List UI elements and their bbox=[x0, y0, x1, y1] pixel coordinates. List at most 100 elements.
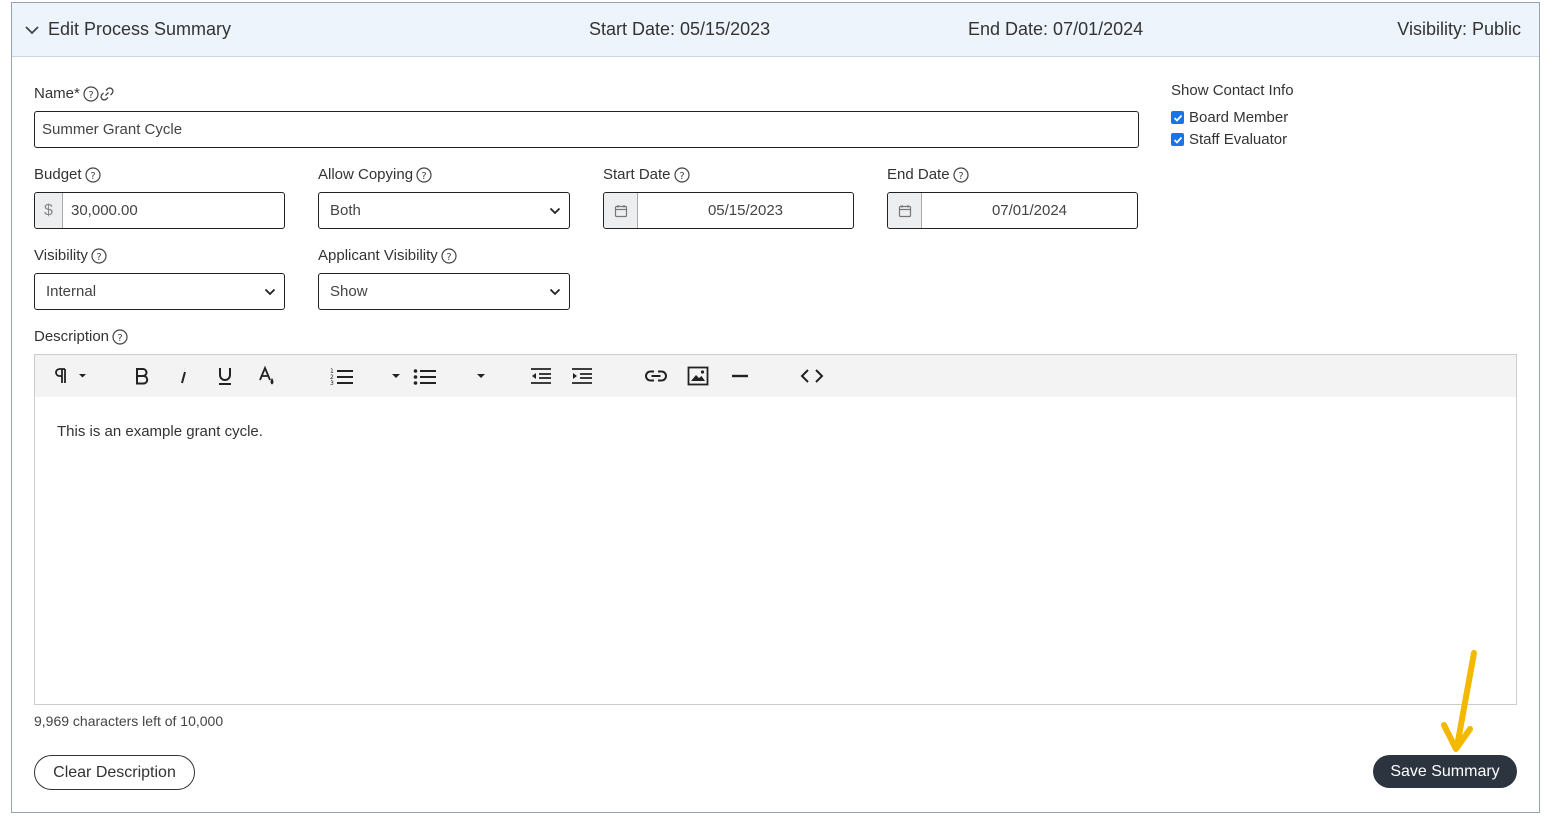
svg-text:?: ? bbox=[958, 171, 963, 182]
checkbox-staff-evaluator[interactable]: Staff Evaluator bbox=[1171, 131, 1287, 148]
editor-content[interactable]: This is an example grant cycle. bbox=[57, 423, 263, 440]
description-label: Description ? bbox=[34, 328, 128, 345]
ordered-list-icon: 1 2 3 bbox=[330, 368, 353, 386]
save-summary-button[interactable]: Save Summary bbox=[1373, 755, 1517, 788]
rich-text-editor[interactable]: 1 2 3 This is an example grant cycle. bbox=[34, 354, 1517, 705]
panel-header[interactable]: Edit Process Summary Start Date: 05/15/2… bbox=[12, 3, 1539, 57]
help-icon[interactable]: ? bbox=[673, 166, 690, 183]
checkbox-checked-icon[interactable] bbox=[1171, 133, 1184, 146]
bullet-list-button[interactable] bbox=[412, 365, 438, 387]
indent-icon bbox=[572, 368, 592, 384]
character-counter: 9,969 characters left of 10,000 bbox=[34, 713, 224, 729]
name-input-value: Summer Grant Cycle bbox=[42, 121, 183, 138]
budget-label: Budget ? bbox=[34, 166, 101, 183]
allow-copying-label: Allow Copying ? bbox=[318, 166, 432, 183]
chevron-down-icon bbox=[549, 288, 561, 296]
chevron-down-icon bbox=[264, 288, 276, 296]
clear-description-button[interactable]: Clear Description bbox=[34, 755, 195, 790]
svg-text:3: 3 bbox=[330, 380, 334, 386]
italic-button[interactable] bbox=[173, 365, 195, 387]
text-color-button[interactable] bbox=[255, 365, 279, 387]
caret-down-icon bbox=[477, 374, 485, 378]
paragraph-icon bbox=[55, 368, 86, 383]
header-visibility: Visibility: Public bbox=[1397, 19, 1521, 39]
horizontal-line-button[interactable] bbox=[729, 365, 751, 387]
indent-button[interactable] bbox=[570, 365, 594, 387]
code-icon bbox=[800, 369, 824, 383]
svg-text:?: ? bbox=[421, 171, 426, 182]
end-date-input[interactable]: 07/01/2024 bbox=[887, 192, 1138, 229]
underline-icon bbox=[219, 368, 231, 385]
italic-icon bbox=[181, 367, 186, 384]
help-icon[interactable]: ? bbox=[83, 85, 99, 102]
text-color-icon bbox=[259, 365, 274, 385]
horizontal-line-icon bbox=[732, 374, 748, 378]
link-icon[interactable] bbox=[99, 86, 115, 102]
checkbox-board-member[interactable]: Board Member bbox=[1171, 109, 1288, 126]
calendar-icon[interactable] bbox=[888, 193, 922, 228]
annotation-arrow-icon bbox=[1441, 650, 1477, 752]
header-end-date: End Date: 07/01/2024 bbox=[968, 19, 1144, 39]
currency-prefix: $ bbox=[35, 193, 63, 228]
applicant-visibility-select[interactable]: Show bbox=[318, 273, 570, 310]
description-label-text: Description bbox=[34, 328, 110, 345]
budget-input[interactable]: $ 30,000.00 bbox=[34, 192, 285, 229]
svg-text:?: ? bbox=[679, 171, 684, 182]
name-label: Name* ? bbox=[34, 85, 115, 102]
start-date-label: Start Date ? bbox=[603, 166, 690, 183]
allow-copying-value: Both bbox=[330, 202, 361, 219]
underline-button[interactable] bbox=[213, 365, 237, 387]
help-icon[interactable]: ? bbox=[112, 328, 128, 345]
name-input[interactable]: Summer Grant Cycle bbox=[34, 111, 1139, 148]
applicant-visibility-value: Show bbox=[330, 283, 368, 300]
paragraph-format-button[interactable] bbox=[55, 365, 91, 387]
insert-link-button[interactable] bbox=[643, 365, 669, 387]
link-icon bbox=[645, 370, 667, 382]
help-icon[interactable]: ? bbox=[91, 247, 107, 264]
visibility-label-text: Visibility bbox=[34, 247, 88, 264]
end-date-label-text: End Date bbox=[887, 166, 950, 183]
insert-image-button[interactable] bbox=[686, 365, 710, 387]
start-date-value: 05/15/2023 bbox=[707, 202, 784, 219]
checkbox-checked-icon[interactable] bbox=[1171, 111, 1184, 124]
outdent-button[interactable] bbox=[529, 365, 553, 387]
editor-toolbar: 1 2 3 bbox=[35, 355, 1516, 397]
svg-text:?: ? bbox=[117, 333, 122, 344]
calendar-icon[interactable] bbox=[604, 193, 638, 228]
bold-button[interactable] bbox=[131, 365, 153, 387]
visibility-label: Visibility ? bbox=[34, 247, 107, 264]
applicant-visibility-label-text: Applicant Visibility bbox=[318, 247, 438, 264]
allow-copying-label-text: Allow Copying bbox=[318, 166, 414, 183]
ordered-list-dropdown[interactable] bbox=[390, 365, 402, 387]
end-date-label: End Date ? bbox=[887, 166, 969, 183]
applicant-visibility-label: Applicant Visibility ? bbox=[318, 247, 457, 264]
chevron-down-icon[interactable] bbox=[24, 22, 40, 38]
start-date-label-text: Start Date bbox=[603, 166, 671, 183]
checkbox-label: Staff Evaluator bbox=[1189, 131, 1288, 148]
allow-copying-select[interactable]: Both bbox=[318, 192, 570, 229]
help-icon[interactable]: ? bbox=[441, 247, 457, 264]
start-date-input[interactable]: 05/15/2023 bbox=[603, 192, 854, 229]
panel-title: Edit Process Summary bbox=[48, 19, 232, 39]
svg-text:?: ? bbox=[90, 171, 95, 182]
end-date-value: 07/01/2024 bbox=[991, 202, 1068, 219]
visibility-select[interactable]: Internal bbox=[34, 273, 285, 310]
help-icon[interactable]: ? bbox=[416, 166, 432, 183]
budget-label-text: Budget bbox=[34, 166, 82, 183]
svg-text:?: ? bbox=[96, 252, 101, 263]
bullet-list-dropdown[interactable] bbox=[475, 365, 487, 387]
help-icon[interactable]: ? bbox=[84, 166, 101, 183]
process-summary-panel: Edit Process Summary Start Date: 05/15/2… bbox=[11, 2, 1540, 813]
help-icon[interactable]: ? bbox=[952, 166, 969, 183]
visibility-value: Internal bbox=[46, 283, 97, 300]
checkbox-label: Board Member bbox=[1189, 109, 1289, 126]
contact-info-title: Show Contact Info bbox=[1171, 82, 1294, 99]
outdent-icon bbox=[531, 368, 551, 384]
header-start-date: Start Date: 05/15/2023 bbox=[589, 19, 771, 39]
ordered-list-button[interactable]: 1 2 3 bbox=[329, 365, 355, 387]
code-view-button[interactable] bbox=[799, 365, 825, 387]
chevron-down-icon bbox=[549, 207, 561, 215]
bullet-list-icon bbox=[413, 369, 436, 385]
bold-icon bbox=[136, 368, 149, 385]
name-label-text: Name* bbox=[34, 85, 80, 102]
